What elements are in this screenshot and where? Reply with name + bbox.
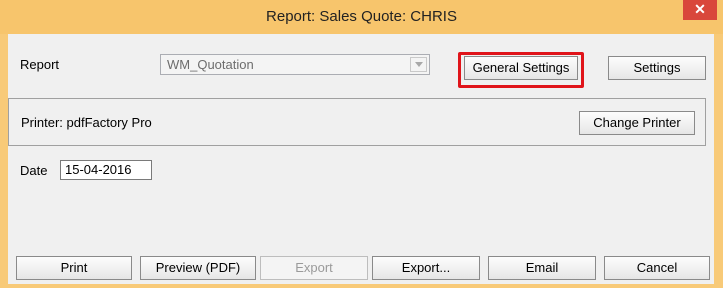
export-button-disabled: Export <box>260 256 368 280</box>
settings-button[interactable]: Settings <box>608 56 706 80</box>
close-button[interactable]: ✕ <box>683 0 717 20</box>
report-dialog: Report: Sales Quote: CHRIS ✕ Report WM_Q… <box>0 0 723 288</box>
window-title: Report: Sales Quote: CHRIS <box>266 8 457 25</box>
close-icon: ✕ <box>694 1 706 17</box>
chevron-down-icon[interactable] <box>410 57 427 72</box>
printer-panel: Printer: pdfFactory Pro Change Printer <box>8 98 706 146</box>
change-printer-button[interactable]: Change Printer <box>579 111 695 135</box>
export-button[interactable]: Export... <box>372 256 480 280</box>
cancel-button[interactable]: Cancel <box>604 256 710 280</box>
report-select-value: WM_Quotation <box>167 57 254 72</box>
general-settings-button[interactable]: General Settings <box>464 56 578 80</box>
report-label: Report <box>20 57 60 72</box>
dialog-body: Report WM_Quotation General Settings Set… <box>8 34 714 284</box>
email-button[interactable]: Email <box>488 256 596 280</box>
print-button[interactable]: Print <box>16 256 132 280</box>
printer-label: Printer: pdfFactory Pro <box>21 115 152 130</box>
title-bar: Report: Sales Quote: CHRIS ✕ <box>0 0 723 34</box>
date-field[interactable]: 15-04-2016 <box>60 160 152 180</box>
report-select[interactable]: WM_Quotation <box>160 54 430 75</box>
preview-pdf-button[interactable]: Preview (PDF) <box>140 256 256 280</box>
date-label: Date <box>20 163 48 178</box>
